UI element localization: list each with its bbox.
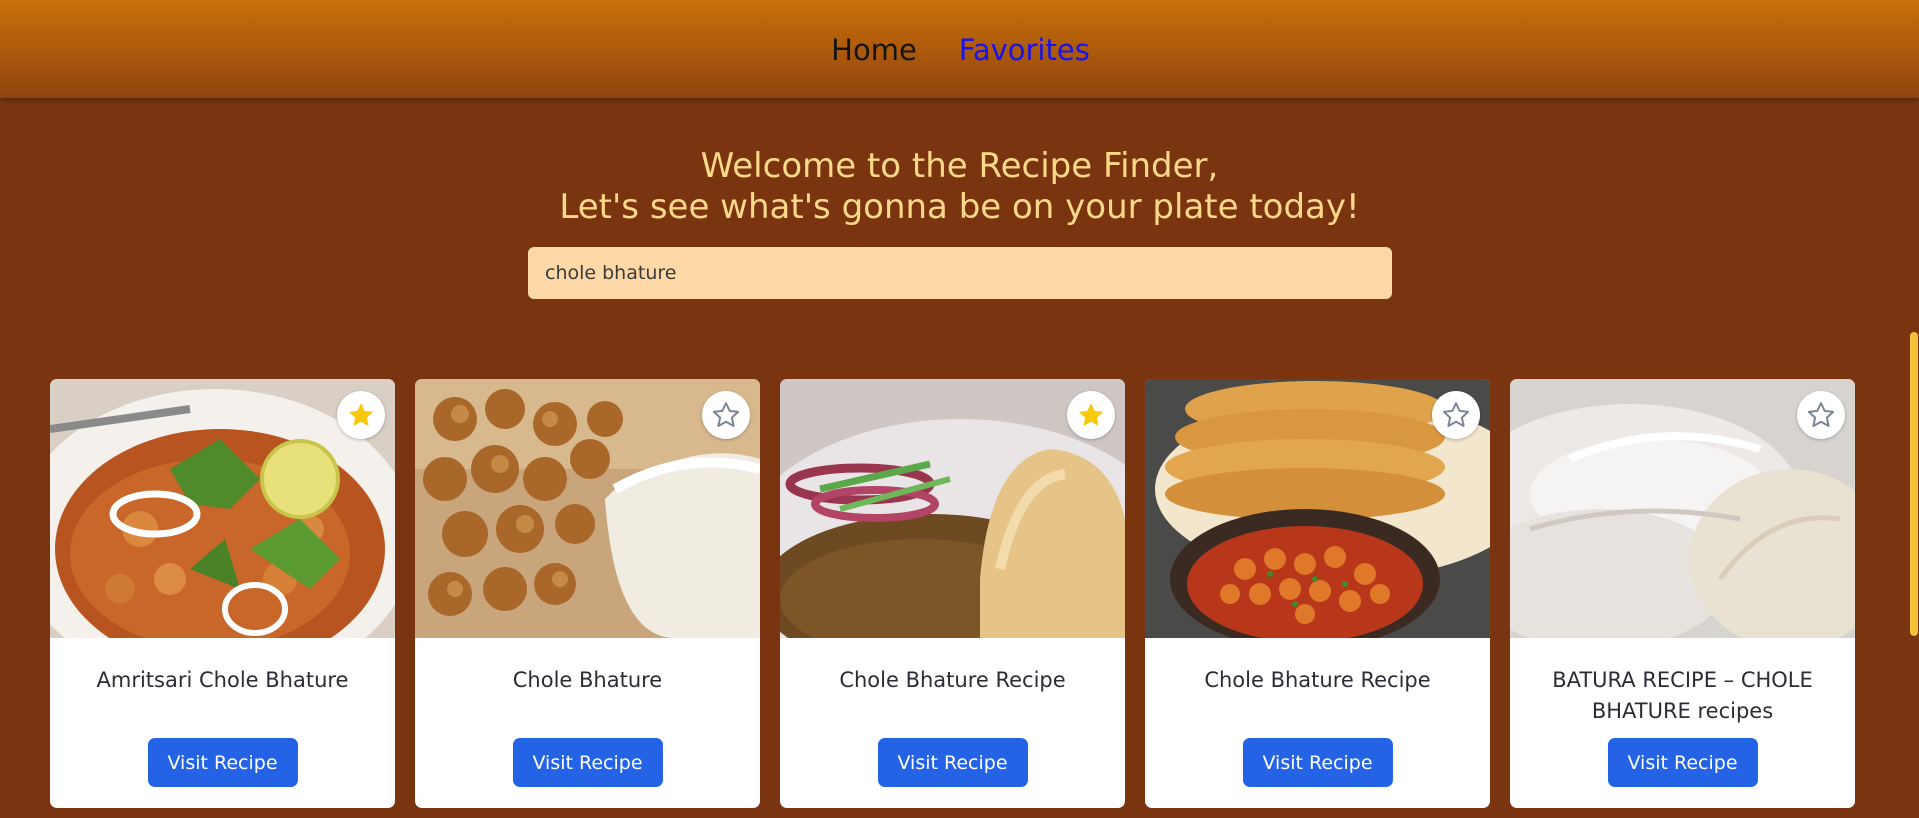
nav-home-link[interactable]: Home [831, 33, 917, 67]
recipe-title: BATURA RECIPE – CHOLE BHATURE recipes [1552, 668, 1813, 723]
recipe-card: Chole Bhature Recipe Visit Recipe [780, 379, 1125, 808]
star-outline-icon [712, 402, 740, 427]
recipe-title: Chole Bhature [512, 668, 663, 692]
welcome-line-1: Welcome to the Recipe Finder, [700, 146, 1219, 186]
visit-recipe-button[interactable]: Visit Recipe [147, 738, 298, 787]
favorite-button[interactable] [1067, 391, 1115, 439]
favorite-button[interactable] [337, 391, 385, 439]
recipe-card: Amritsari Chole Bhature Visit Recipe [50, 379, 395, 808]
scrollbar-thumb[interactable] [1910, 332, 1918, 636]
recipe-card: BATURA RECIPE – CHOLE BHATURE recipes Vi… [1510, 379, 1855, 808]
favorite-button[interactable] [1432, 391, 1480, 439]
visit-recipe-button[interactable]: Visit Recipe [877, 738, 1028, 787]
welcome-line-2: Let's see what's gonna be on your plate … [559, 187, 1360, 227]
search-input[interactable] [528, 247, 1392, 299]
favorite-button[interactable] [702, 391, 750, 439]
top-navbar: Home Favorites [0, 0, 1919, 98]
recipe-title: Chole Bhature Recipe [1204, 668, 1431, 692]
nav-favorites-link[interactable]: Favorites [959, 33, 1090, 67]
recipe-title: Amritsari Chole Bhature [96, 668, 349, 692]
recipe-title: Chole Bhature Recipe [839, 668, 1066, 692]
visit-recipe-button[interactable]: Visit Recipe [1242, 738, 1393, 787]
welcome-heading: Welcome to the Recipe Finder, Let's see … [0, 146, 1919, 228]
visit-recipe-button[interactable]: Visit Recipe [512, 738, 663, 787]
star-filled-icon [1078, 403, 1104, 426]
recipe-card: Chole Bhature Visit Recipe [415, 379, 760, 808]
recipe-card: Chole Bhature Recipe Visit Recipe [1145, 379, 1490, 808]
favorite-button[interactable] [1797, 391, 1845, 439]
star-outline-icon [1442, 402, 1470, 427]
visit-recipe-button[interactable]: Visit Recipe [1607, 738, 1758, 787]
star-outline-icon [1807, 402, 1835, 427]
star-filled-icon [348, 403, 374, 426]
